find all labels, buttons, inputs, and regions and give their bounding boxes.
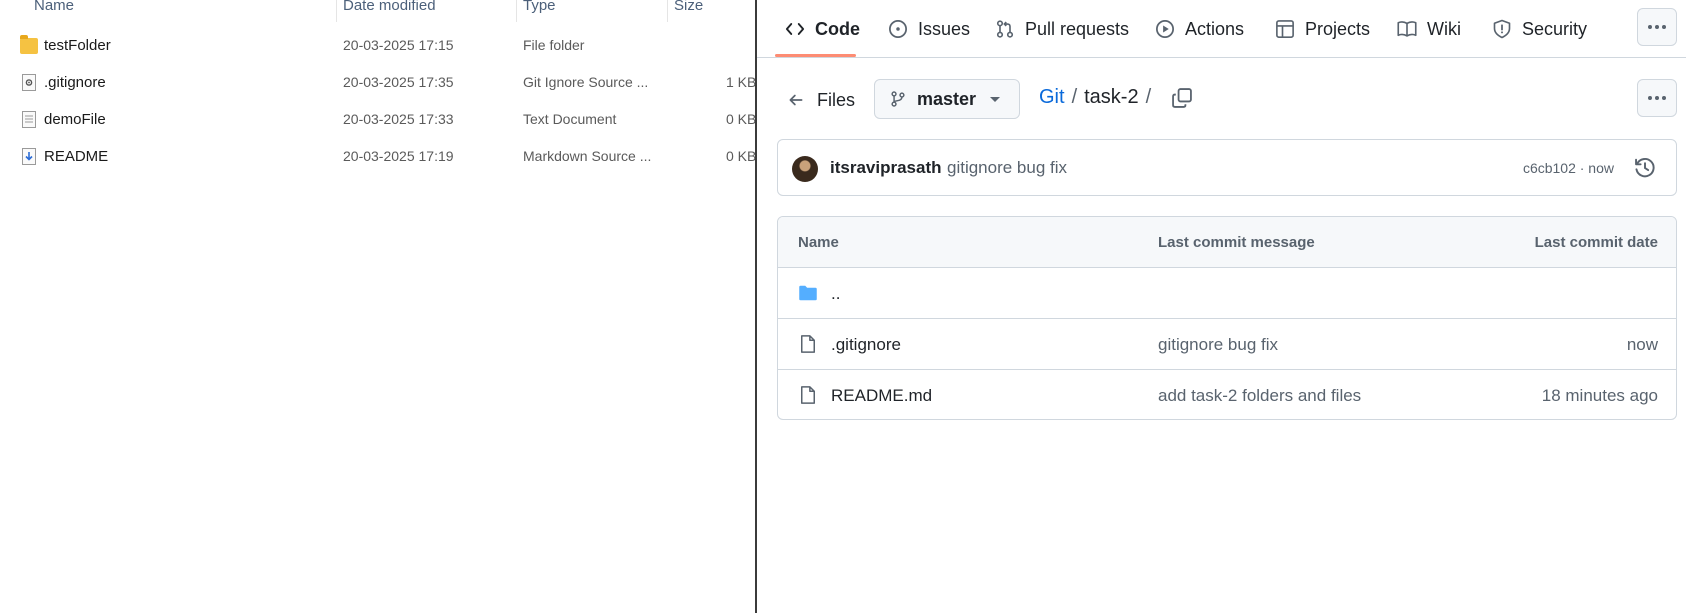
issue-icon <box>889 20 907 38</box>
table-icon <box>1276 20 1294 38</box>
file-name-link[interactable]: README.md <box>831 386 932 406</box>
repo-nav: Code Issues Pull requests Actions Projec… <box>757 0 1686 58</box>
gear-file-icon <box>22 74 36 91</box>
tab-label: Issues <box>918 18 971 39</box>
files-label: Files <box>817 89 856 110</box>
kebab-horizontal-icon <box>1648 25 1666 29</box>
commit-message-link[interactable]: gitignore bug fix <box>1158 335 1278 355</box>
file-type: File folder <box>523 37 585 53</box>
tab-label: Security <box>1522 18 1588 39</box>
file-size: 1 KB <box>726 74 755 90</box>
tab-issues[interactable]: Issues <box>888 0 970 58</box>
tab-label: Code <box>815 18 860 39</box>
header-last-commit-message: Last commit message <box>1158 234 1315 251</box>
tab-actions[interactable]: Actions <box>1155 0 1244 58</box>
file-date: 20-03-2025 17:35 <box>343 74 454 90</box>
breadcrumb-separator: / <box>1145 86 1152 108</box>
breadcrumb-separator: / <box>1071 86 1078 108</box>
table-header: Name Last commit message Last commit dat… <box>778 217 1676 268</box>
tab-label: Wiki <box>1427 18 1461 39</box>
tab-label: Projects <box>1305 18 1371 39</box>
file-icon <box>801 335 815 353</box>
tab-label: Pull requests <box>1025 18 1130 39</box>
file-icon <box>801 386 815 404</box>
markdown-file-icon <box>22 148 36 165</box>
latest-commit-box: itsraviprasath gitignore bug fix c6cb102… <box>777 139 1677 196</box>
tab-wiki[interactable]: Wiki <box>1397 0 1461 58</box>
avatar[interactable] <box>792 156 818 182</box>
copy-path-icon[interactable] <box>1171 87 1193 109</box>
table-row[interactable]: README.md add task-2 folders and files 1… <box>778 370 1676 419</box>
file-name: README <box>44 148 109 165</box>
folder-icon <box>799 285 817 301</box>
breadcrumb-current-folder: task-2 <box>1084 86 1139 108</box>
file-date: 20-03-2025 17:33 <box>343 111 454 127</box>
folder-icon <box>20 35 38 54</box>
column-header-row: Name Date modified Type Size <box>0 0 755 22</box>
github-repo-pane: Code Issues Pull requests Actions Projec… <box>757 0 1686 613</box>
column-divider[interactable] <box>516 0 517 22</box>
tab-label: Actions <box>1185 18 1245 39</box>
commit-author[interactable]: itsraviprasath <box>830 158 942 178</box>
file-type: Markdown Source ... <box>523 148 652 164</box>
column-header-type[interactable]: Type <box>523 0 556 14</box>
file-row-readme[interactable]: README 20-03-2025 17:19 Markdown Source … <box>0 139 755 176</box>
file-date: 20-03-2025 17:19 <box>343 148 454 164</box>
tab-code[interactable]: Code <box>785 0 860 58</box>
arrow-left-icon <box>789 94 803 106</box>
file-type: Text Document <box>523 111 617 127</box>
commit-date: now <box>1626 335 1658 354</box>
triangle-down-icon <box>990 96 1001 102</box>
parent-directory-link[interactable]: .. <box>831 284 840 304</box>
table-row[interactable]: .gitignore gitignore bug fix now <box>778 319 1676 370</box>
column-divider[interactable] <box>336 0 337 22</box>
history-icon[interactable] <box>1634 157 1656 179</box>
file-date: 20-03-2025 17:15 <box>343 37 454 53</box>
commit-sha-time[interactable]: c6cb102 · now <box>1523 160 1614 176</box>
play-circle-icon <box>1156 20 1174 38</box>
table-row-parent-dir[interactable]: .. <box>778 268 1676 319</box>
branch-selector[interactable]: master <box>874 79 1020 119</box>
file-size: 0 KB <box>726 111 755 127</box>
shield-icon <box>1493 19 1511 39</box>
file-row-demofile[interactable]: demoFile 20-03-2025 17:33 Text Document … <box>0 102 755 139</box>
file-name-link[interactable]: .gitignore <box>831 335 901 355</box>
text-file-icon <box>22 111 36 128</box>
more-options-button[interactable] <box>1637 79 1677 117</box>
code-icon <box>785 23 805 35</box>
breadcrumb: Git / task-2 / <box>1039 86 1158 109</box>
file-name: testFolder <box>44 37 111 54</box>
file-explorer-pane: Name Date modified Type Size testFolder … <box>0 0 755 613</box>
more-tabs-button[interactable] <box>1637 8 1677 46</box>
file-name: .gitignore <box>44 74 106 91</box>
file-type: Git Ignore Source ... <box>523 74 649 90</box>
breadcrumb-repo-link[interactable]: Git <box>1039 86 1065 109</box>
tab-projects[interactable]: Projects <box>1275 0 1370 58</box>
tab-pull-requests[interactable]: Pull requests <box>995 0 1129 58</box>
file-row-gitignore[interactable]: .gitignore 20-03-2025 17:35 Git Ignore S… <box>0 65 755 102</box>
column-header-size[interactable]: Size <box>674 0 703 14</box>
column-header-name[interactable]: Name <box>34 0 74 14</box>
files-back-button[interactable]: Files <box>787 83 855 117</box>
file-size: 0 KB <box>726 148 755 164</box>
header-name: Name <box>798 234 839 251</box>
column-divider[interactable] <box>667 0 668 22</box>
header-last-commit-date: Last commit date <box>1534 234 1658 251</box>
active-tab-indicator <box>775 54 856 57</box>
commit-date: 18 minutes ago <box>1541 386 1658 405</box>
branch-name: master <box>917 88 977 109</box>
tab-security[interactable]: Security <box>1492 0 1587 58</box>
file-table: Name Last commit message Last commit dat… <box>777 216 1677 420</box>
git-branch-icon <box>891 91 905 107</box>
book-icon <box>1397 21 1417 37</box>
file-name: demoFile <box>44 111 106 128</box>
file-row-testfolder[interactable]: testFolder 20-03-2025 17:15 File folder <box>0 28 755 65</box>
column-header-date-modified[interactable]: Date modified <box>343 0 436 14</box>
pull-request-icon <box>996 20 1014 38</box>
kebab-horizontal-icon <box>1648 96 1666 100</box>
commit-message-link[interactable]: add task-2 folders and files <box>1158 386 1361 406</box>
commit-message[interactable]: gitignore bug fix <box>947 158 1067 178</box>
